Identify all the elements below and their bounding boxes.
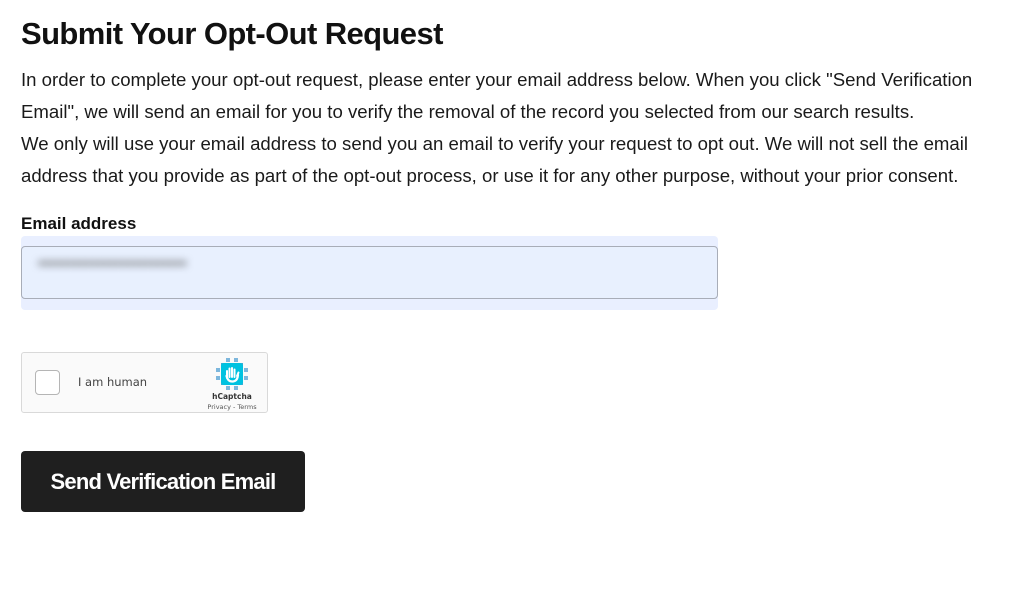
send-verification-email-button[interactable]: Send Verification Email xyxy=(21,451,305,512)
captcha-checkbox[interactable] xyxy=(35,370,60,395)
captcha-brand: hCaptcha xyxy=(212,392,252,401)
email-field-wrapper: ••••••••••••••••••••••••• xyxy=(21,236,718,310)
captcha-privacy-terms-links[interactable]: Privacy - Terms xyxy=(198,403,266,411)
page-title: Submit Your Opt-Out Request xyxy=(21,16,443,51)
intro-paragraph-1: In order to complete your opt-out reques… xyxy=(21,69,973,122)
captcha-label: I am human xyxy=(78,375,148,389)
opt-out-page: Submit Your Opt-Out Request In order to … xyxy=(0,0,1024,601)
intro-paragraph-2: We only will use your email address to s… xyxy=(21,133,969,186)
intro-text: In order to complete your opt-out reques… xyxy=(21,64,1021,192)
email-label: Email address xyxy=(21,214,137,233)
hcaptcha-widget: I am human hCaptcha Privacy - Terms xyxy=(21,352,268,413)
hcaptcha-logo-icon xyxy=(216,358,248,390)
email-input[interactable] xyxy=(21,246,718,299)
